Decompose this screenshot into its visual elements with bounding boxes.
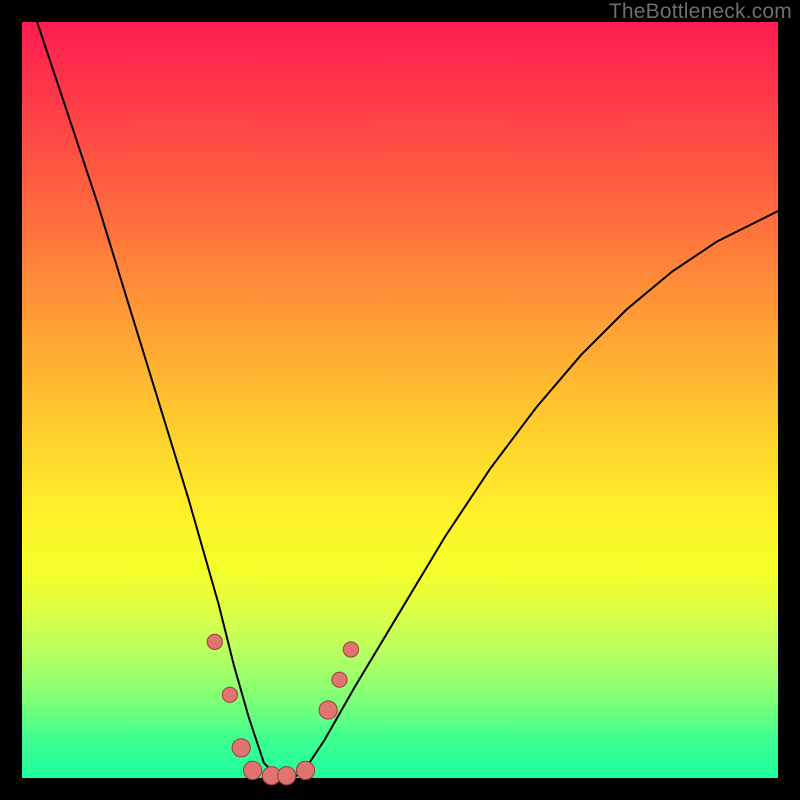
marker-right-upper — [343, 642, 358, 657]
markers-group — [207, 634, 358, 785]
marker-left-lower — [232, 739, 250, 757]
marker-left-mid — [222, 687, 237, 702]
marker-left-upper — [207, 634, 222, 649]
chart-frame — [22, 22, 778, 778]
marker-right-mid — [332, 672, 347, 687]
bottleneck-curve — [37, 22, 778, 778]
marker-bottom-left — [244, 761, 262, 779]
chart-svg — [22, 22, 778, 778]
marker-bottom-mid-2 — [278, 767, 296, 785]
curve-group — [37, 22, 778, 778]
watermark-text: TheBottleneck.com — [609, 0, 792, 24]
marker-bottom-right — [296, 761, 314, 779]
marker-right-lower — [319, 701, 337, 719]
